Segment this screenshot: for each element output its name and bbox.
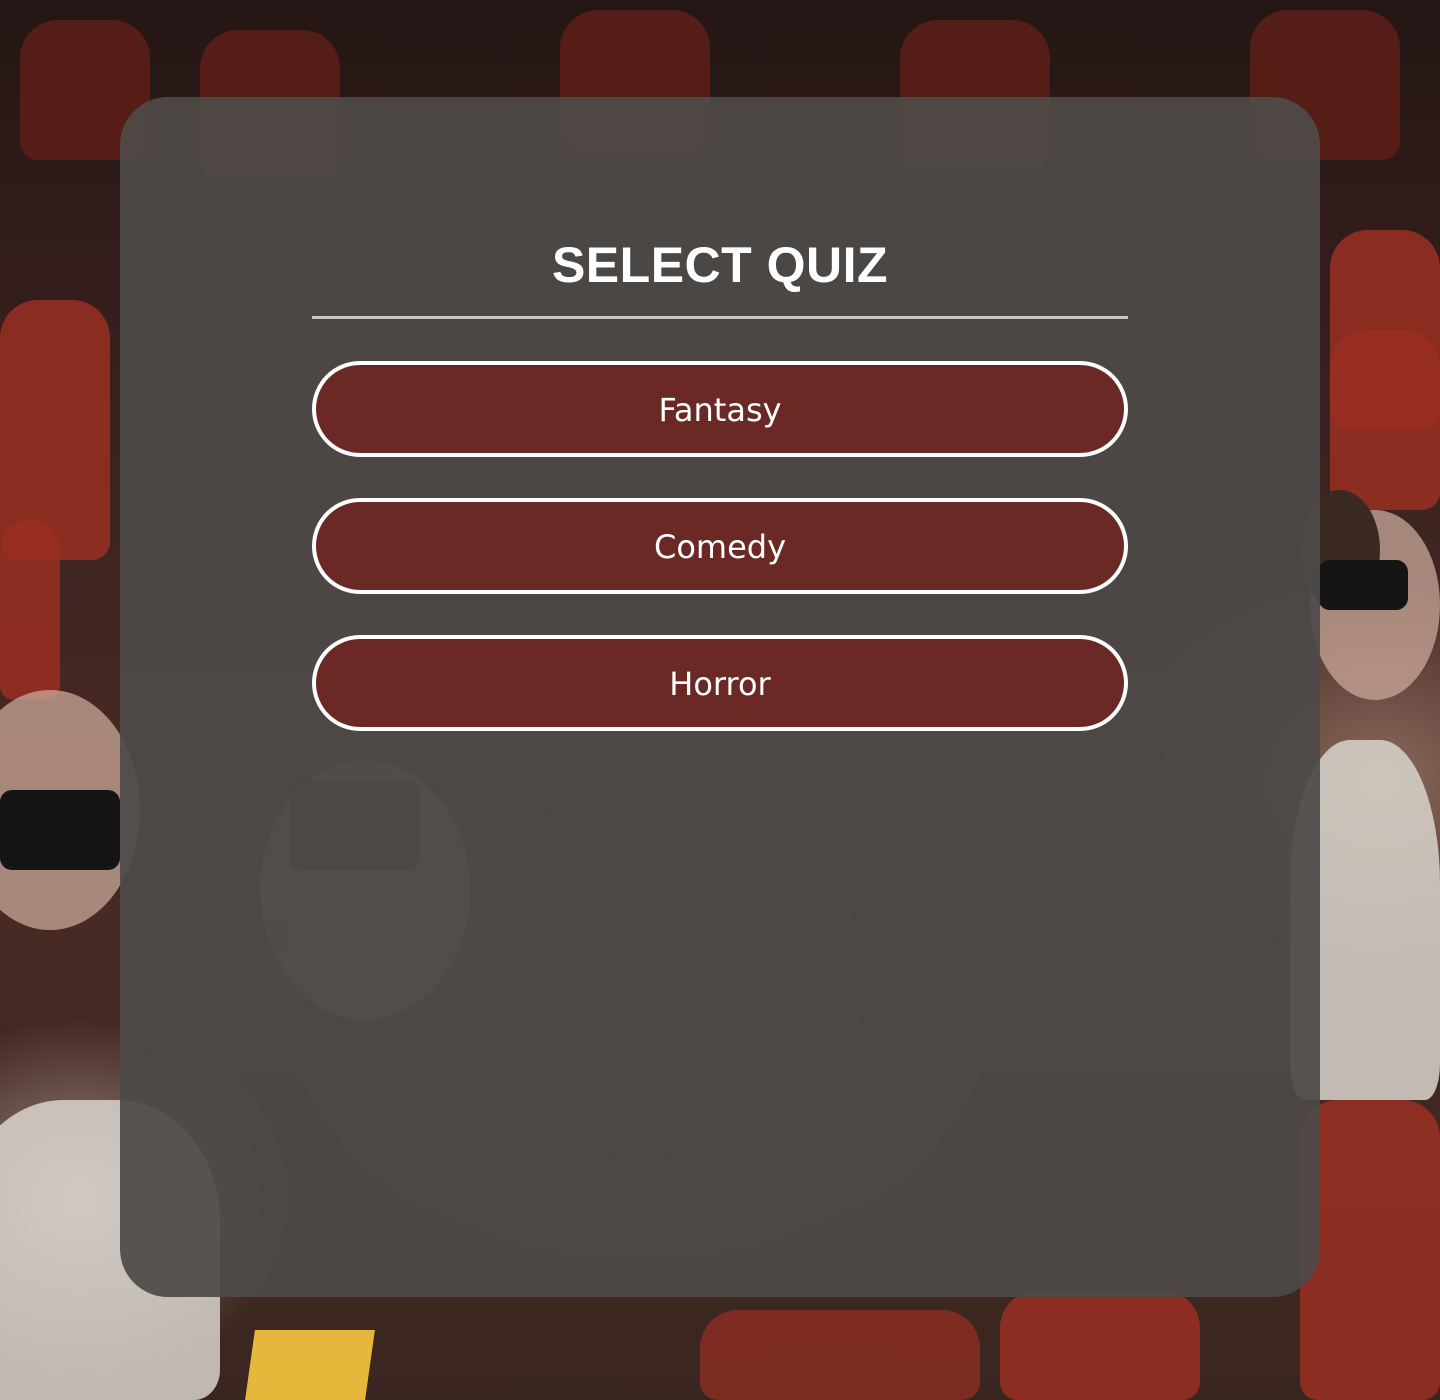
quiz-selection-card: SELECT QUIZ Fantasy Comedy Horror [120,97,1320,1297]
title-divider [312,316,1128,319]
page-title: SELECT QUIZ [551,237,889,293]
quiz-button-horror[interactable]: Horror [312,635,1128,731]
quiz-button-fantasy[interactable]: Fantasy [312,361,1128,457]
quiz-button-comedy[interactable]: Comedy [312,498,1128,594]
quiz-options-list: Fantasy Comedy Horror [312,361,1128,772]
